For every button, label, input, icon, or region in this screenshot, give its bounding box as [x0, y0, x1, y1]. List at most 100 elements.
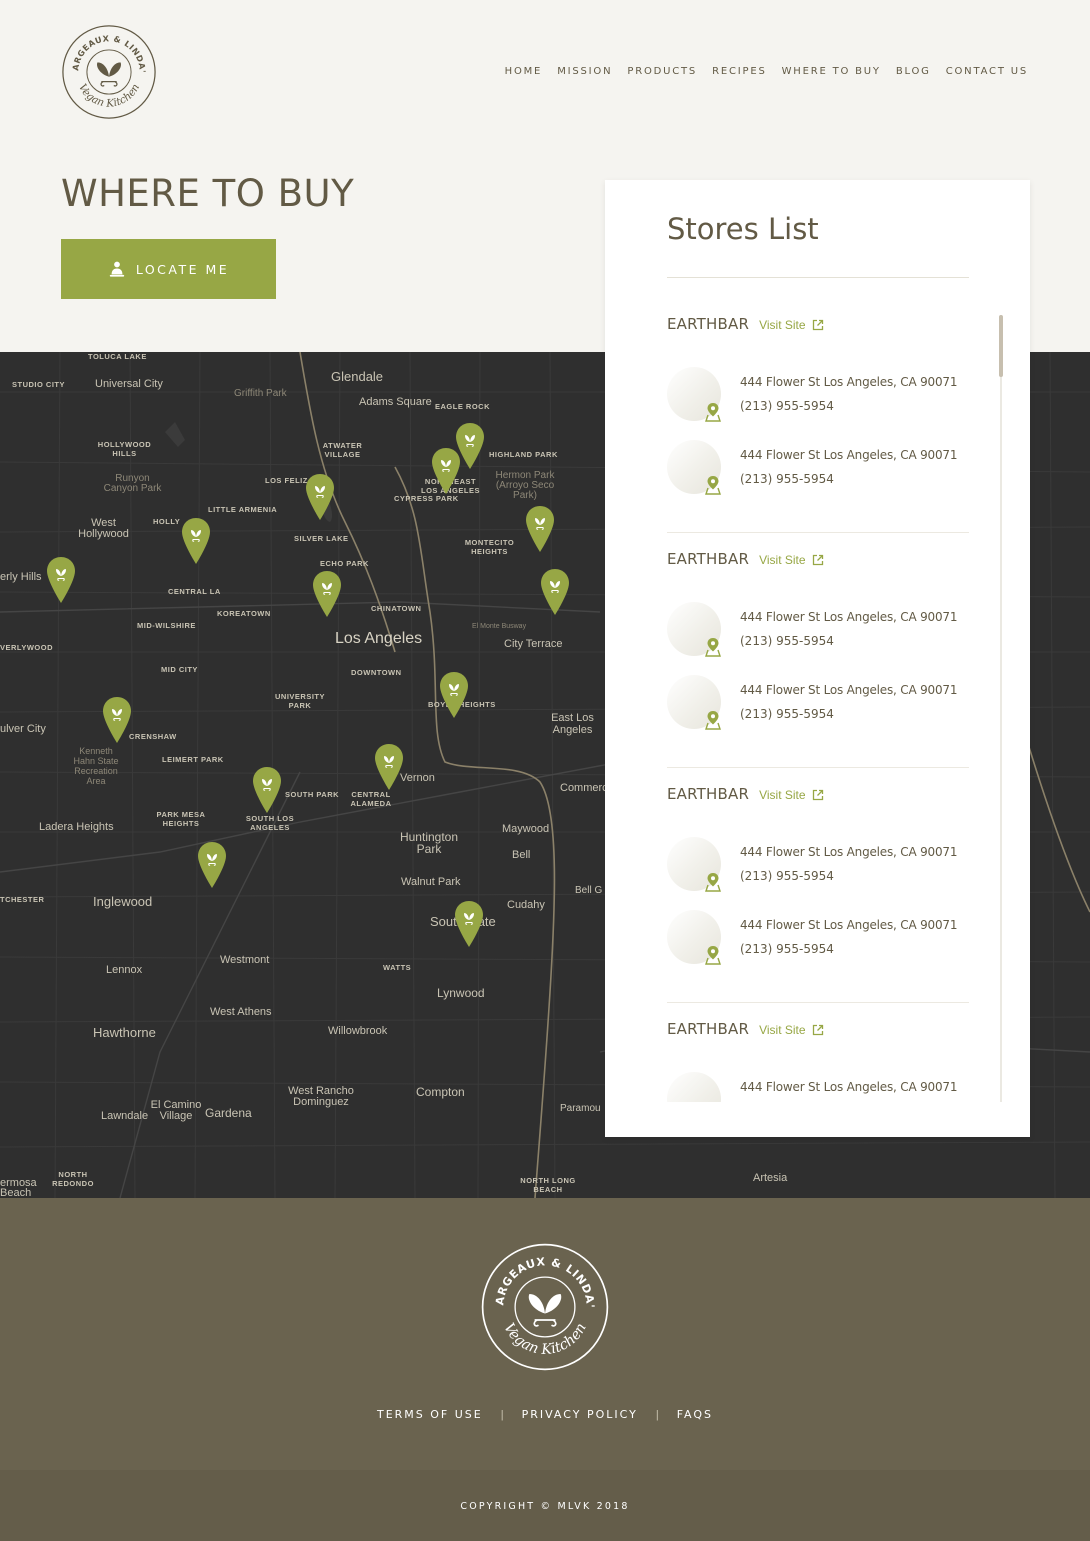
store-location[interactable]: 444 Flower St Los Angeles, CA 90071 (213)… — [667, 602, 969, 660]
footer-links: TERMS OF USE | PRIVACY POLICY | FAQS — [0, 1408, 1090, 1421]
map-label: HIGHLAND PARK — [489, 450, 558, 459]
page-title: WHERE TO BUY — [61, 172, 355, 215]
store-map-pin-icon[interactable] — [312, 570, 342, 618]
copyright: COPYRIGHT © MLVK 2018 — [460, 1501, 630, 1512]
map-label: PARK MESA HEIGHTS — [156, 810, 206, 828]
store-map-pin-icon[interactable] — [102, 696, 132, 744]
store-phone[interactable]: (213) 955-5954 — [740, 472, 834, 486]
nav-products[interactable]: PRODUCTS — [627, 66, 697, 77]
map-label: Bell — [512, 849, 531, 861]
store-map-pin-icon[interactable] — [197, 841, 227, 889]
map-label: Ladera Heights — [39, 821, 114, 833]
map-label: Lennox — [106, 964, 143, 976]
map-label: TOLUCA LAKE — [88, 352, 147, 361]
footer: MARGEAUX & LINDA'S Vegan Kitchen TERMS O… — [0, 1198, 1090, 1541]
map-label: Huntington Park — [399, 830, 459, 856]
map-label: CENTRAL ALAMEDA — [350, 790, 392, 808]
store-map-pin-icon[interactable] — [374, 743, 404, 791]
store-location[interactable]: 444 Flower St Los Angeles, CA 90071(213)… — [667, 440, 969, 498]
store-map-pin-icon[interactable] — [431, 447, 461, 495]
terms-of-use-link[interactable]: TERMS OF USE — [377, 1408, 483, 1421]
store-address: 444 Flower St Los Angeles, CA 90071 — [740, 610, 958, 624]
store-phone[interactable]: (213) 955-5954 — [740, 707, 834, 721]
store-address: 444 Flower St Los Angeles, CA 90071 — [740, 683, 958, 697]
store-address: 444 Flower St Los Angeles, CA 90071 — [740, 1080, 958, 1094]
store-location[interactable]: 444 Flower St Los Angeles, CA 90071(213)… — [667, 367, 969, 425]
store-map-pin-icon[interactable] — [46, 556, 76, 604]
visit-site-link[interactable]: Visit Site — [759, 553, 823, 567]
map-label: CHINATOWN — [371, 604, 422, 613]
map-label: Westmont — [220, 954, 270, 966]
map-label: CYPRESS PARK — [394, 494, 459, 503]
nav-contact-us[interactable]: CONTACT US — [946, 66, 1028, 77]
store-name: EARTHBAR — [667, 315, 750, 333]
map-label: TCHESTER — [0, 895, 45, 904]
external-link-icon — [812, 554, 823, 566]
location-pin-icon — [705, 476, 721, 495]
map-label: Hawthorne — [93, 1025, 156, 1040]
map-label: CRENSHAW — [129, 732, 177, 741]
privacy-policy-link[interactable]: PRIVACY POLICY — [522, 1408, 638, 1421]
store-divider — [667, 1002, 969, 1003]
footer-brand-logo[interactable]: MARGEAUX & LINDA'S Vegan Kitchen — [480, 1242, 610, 1372]
footer-bottom-bar: COPYRIGHT © MLVK 2018 — [0, 1470, 1090, 1541]
visit-site-label: Visit Site — [759, 1023, 806, 1037]
store-divider — [667, 767, 969, 768]
store-divider — [667, 532, 969, 533]
store-phone[interactable]: (213) 955-5954 — [740, 942, 834, 956]
map-label: ulver City — [0, 723, 46, 735]
store-header: EARTHBAR Visit Site — [667, 785, 969, 807]
visit-site-label: Visit Site — [759, 553, 806, 567]
nav-blog[interactable]: BLOG — [896, 66, 931, 77]
location-pin-icon — [705, 403, 721, 422]
visit-site-link[interactable]: Visit Site — [759, 1023, 823, 1037]
faqs-link[interactable]: FAQS — [677, 1408, 713, 1421]
map-label: ECHO PARK — [320, 559, 369, 568]
external-link-icon — [812, 789, 823, 801]
store-list[interactable]: EARTHBAR Visit Site 444 Flower St Los Ange… — [605, 315, 997, 1102]
person-icon — [109, 261, 125, 277]
store-map-pin-icon[interactable] — [181, 517, 211, 565]
stores-list-title: Stores List — [667, 212, 819, 246]
scrollbar-thumb[interactable] — [999, 315, 1003, 377]
map-label: ermosa Beach — [0, 1177, 37, 1199]
store-map-pin-icon[interactable] — [540, 568, 570, 616]
external-link-icon — [812, 1024, 823, 1036]
store-phone[interactable]: (213) 955-5954 — [740, 869, 834, 883]
nav-mission[interactable]: MISSION — [557, 66, 612, 77]
store-phone[interactable]: (213) 955-5954 — [740, 399, 834, 413]
map-label: VERLYWOOD — [0, 643, 53, 652]
map-label: HOLLYWOOD HILLS — [97, 440, 152, 458]
store-location[interactable]: 444 Flower St Los Angeles, CA 90071(213)… — [667, 837, 969, 895]
store-location[interactable]: 444 Flower St Los Angeles, CA 90071 (213)… — [667, 675, 969, 733]
store-map-pin-icon[interactable] — [252, 766, 282, 814]
store-map-pin-icon[interactable] — [525, 505, 555, 553]
map-label: Universal City — [95, 378, 163, 390]
store-entry: EARTHBAR Visit Site 444 Flower St Los Ange… — [667, 550, 969, 748]
nav-where-to-buy[interactable]: WHERE TO BUY — [782, 66, 881, 77]
map-label: NORTH LONG BEACH — [520, 1176, 576, 1194]
nav-home[interactable]: HOME — [505, 66, 543, 77]
visit-site-link[interactable]: Visit Site — [759, 788, 823, 802]
store-location[interactable]: 444 Flower St Los Angeles, CA 90071(213)… — [667, 1072, 969, 1102]
map-label: STUDIO CITY — [12, 380, 66, 389]
scrollbar-track[interactable] — [1000, 315, 1002, 1102]
store-location[interactable]: 444 Flower St Los Angeles, CA 90071(213)… — [667, 910, 969, 968]
visit-site-link[interactable]: Visit Site — [759, 318, 823, 332]
store-map-pin-icon[interactable] — [454, 900, 484, 948]
store-name: EARTHBAR — [667, 550, 750, 568]
map-label: EAGLE ROCK — [435, 402, 491, 411]
map-label: KOREATOWN — [217, 609, 271, 618]
map-label: Walnut Park — [401, 876, 461, 888]
map-label: MID-WILSHIRE — [137, 621, 196, 630]
location-pin-icon — [705, 638, 721, 657]
store-phone[interactable]: (213) 955-5954 — [740, 634, 834, 648]
map-label: El Camino Village — [150, 1099, 202, 1122]
nav-recipes[interactable]: RECIPES — [712, 66, 767, 77]
brand-logo[interactable]: MARGEAUX & LINDA'S Vegan Kitchen — [61, 24, 157, 120]
locate-me-button[interactable]: LOCATE ME — [61, 239, 276, 299]
visit-site-label: Visit Site — [759, 788, 806, 802]
store-map-pin-icon[interactable] — [305, 473, 335, 521]
store-map-pin-icon[interactable] — [439, 671, 469, 719]
store-entry: EARTHBAR Visit Site 444 Flower St Los Ange… — [667, 315, 969, 513]
